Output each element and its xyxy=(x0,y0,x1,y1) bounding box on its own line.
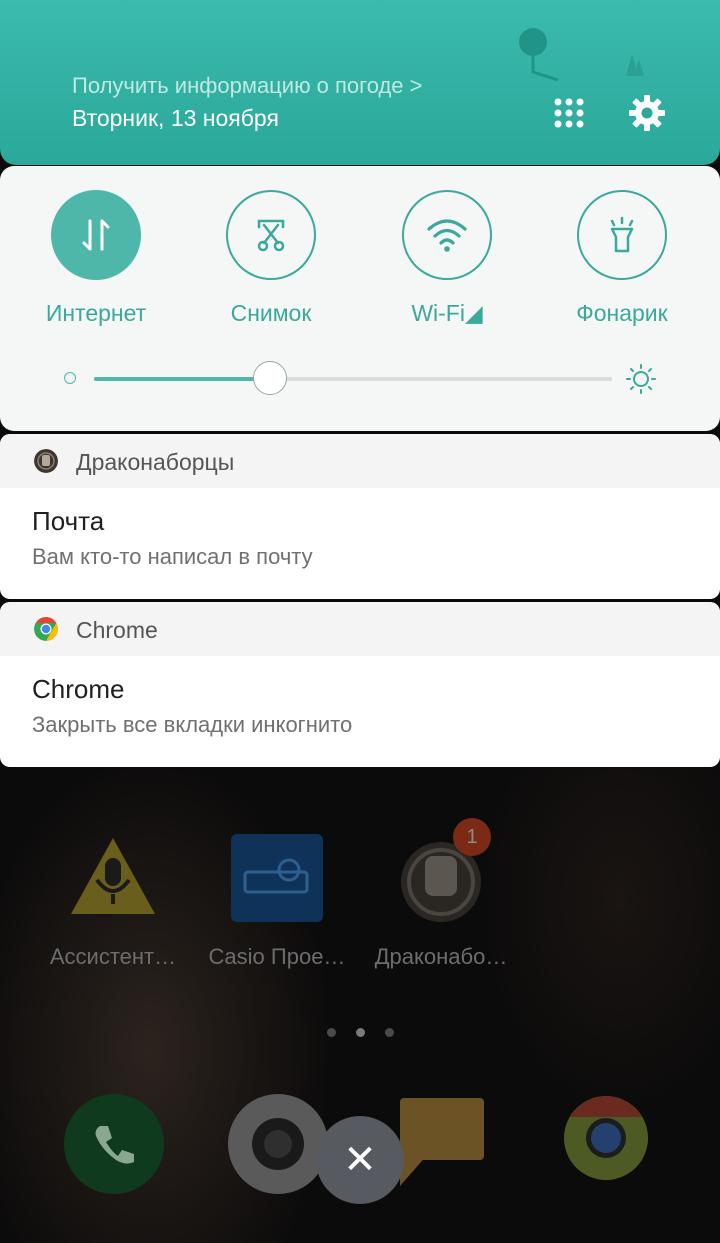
notification-app-name: Драконаборцы xyxy=(76,449,235,475)
brightness-low-icon xyxy=(64,372,76,384)
brightness-slider[interactable] xyxy=(60,361,670,402)
app-label: Casio Прое… xyxy=(208,944,346,969)
mobile-data-icon xyxy=(82,219,110,251)
notification-text: Вам кто-то написал в почту xyxy=(32,544,313,569)
camera-icon[interactable] xyxy=(228,1094,328,1194)
tile-label: Интернет xyxy=(45,300,147,326)
close-icon: ✕ xyxy=(343,1138,377,1182)
brightness-knob[interactable] xyxy=(253,361,288,395)
auto-brightness-icon[interactable] xyxy=(626,364,656,394)
page-dot-active xyxy=(355,1028,365,1037)
page-indicator xyxy=(0,1024,720,1042)
page-dot xyxy=(384,1028,394,1037)
notification-chrome[interactable]: Chrome Chrome Закрыть все вкладки инкогн… xyxy=(0,602,720,767)
screenshot-scissors-icon xyxy=(257,219,285,252)
gear-icon xyxy=(629,95,665,131)
projector-icon xyxy=(231,830,323,922)
tile-flashlight-toggle[interactable] xyxy=(577,190,667,280)
notification-badge: 1 xyxy=(453,818,491,856)
notification-header: Драконаборцы xyxy=(0,434,720,488)
app-label: Драконабо… xyxy=(374,944,508,969)
settings-button[interactable] xyxy=(627,93,667,133)
app-label: Ассистент… xyxy=(49,944,177,969)
apps-grid-button[interactable] xyxy=(549,93,589,133)
tile-label: Фонарик xyxy=(576,300,668,326)
weather-link[interactable]: Получить информацию о погоде > xyxy=(72,73,423,99)
app-casio-projector[interactable]: Casio Прое… xyxy=(192,830,362,970)
messages-icon[interactable] xyxy=(398,1094,498,1194)
notification-title: Chrome xyxy=(32,674,125,704)
page-dot xyxy=(326,1028,336,1037)
flashlight-icon xyxy=(610,216,634,253)
tile-flashlight[interactable]: Фонарик xyxy=(532,190,712,327)
notification-title: Почта xyxy=(32,506,105,536)
tile-wifi-toggle[interactable] xyxy=(402,190,492,280)
chrome-icon[interactable] xyxy=(562,1094,662,1194)
tile-wifi[interactable]: Wi-Fi◢ xyxy=(357,190,537,327)
tile-internet-toggle[interactable] xyxy=(51,190,141,280)
quick-settings-panel: Интернет Снимок Wi-Fi◢ Фонарик xyxy=(0,166,720,431)
tile-screenshot[interactable]: Снимок xyxy=(181,190,361,327)
tile-label: Снимок xyxy=(230,300,312,326)
shade-header: Получить информацию о погоде > Вторник, … xyxy=(0,0,720,165)
notification-drakonaborcy[interactable]: Драконаборцы Почта Вам кто-то написал в … xyxy=(0,434,720,599)
brightness-fill xyxy=(94,377,271,381)
assistant-icon xyxy=(67,830,159,922)
notification-app-name: Chrome xyxy=(76,617,158,643)
phone-icon[interactable] xyxy=(64,1094,164,1194)
notification-header: Chrome xyxy=(0,602,720,656)
tile-label: Wi-Fi◢ xyxy=(411,300,483,326)
date-label: Вторник, 13 ноября xyxy=(72,105,279,131)
grid-icon xyxy=(554,98,584,128)
wifi-icon xyxy=(427,219,467,252)
tile-internet[interactable]: Интернет xyxy=(6,190,186,327)
app-drakonaborcy[interactable]: 1 Драконабо… xyxy=(356,818,526,970)
tile-screenshot-toggle[interactable] xyxy=(226,190,316,280)
dismiss-all-button[interactable]: ✕ xyxy=(316,1116,404,1204)
app-assistant[interactable]: Ассистент… xyxy=(28,830,198,970)
game-fist-icon: 1 xyxy=(395,818,491,922)
notification-text: Закрыть все вкладки инкогнито xyxy=(32,712,353,737)
weather-decoration-icon xyxy=(519,28,644,82)
chrome-icon xyxy=(34,617,58,641)
game-fist-icon xyxy=(34,449,58,473)
